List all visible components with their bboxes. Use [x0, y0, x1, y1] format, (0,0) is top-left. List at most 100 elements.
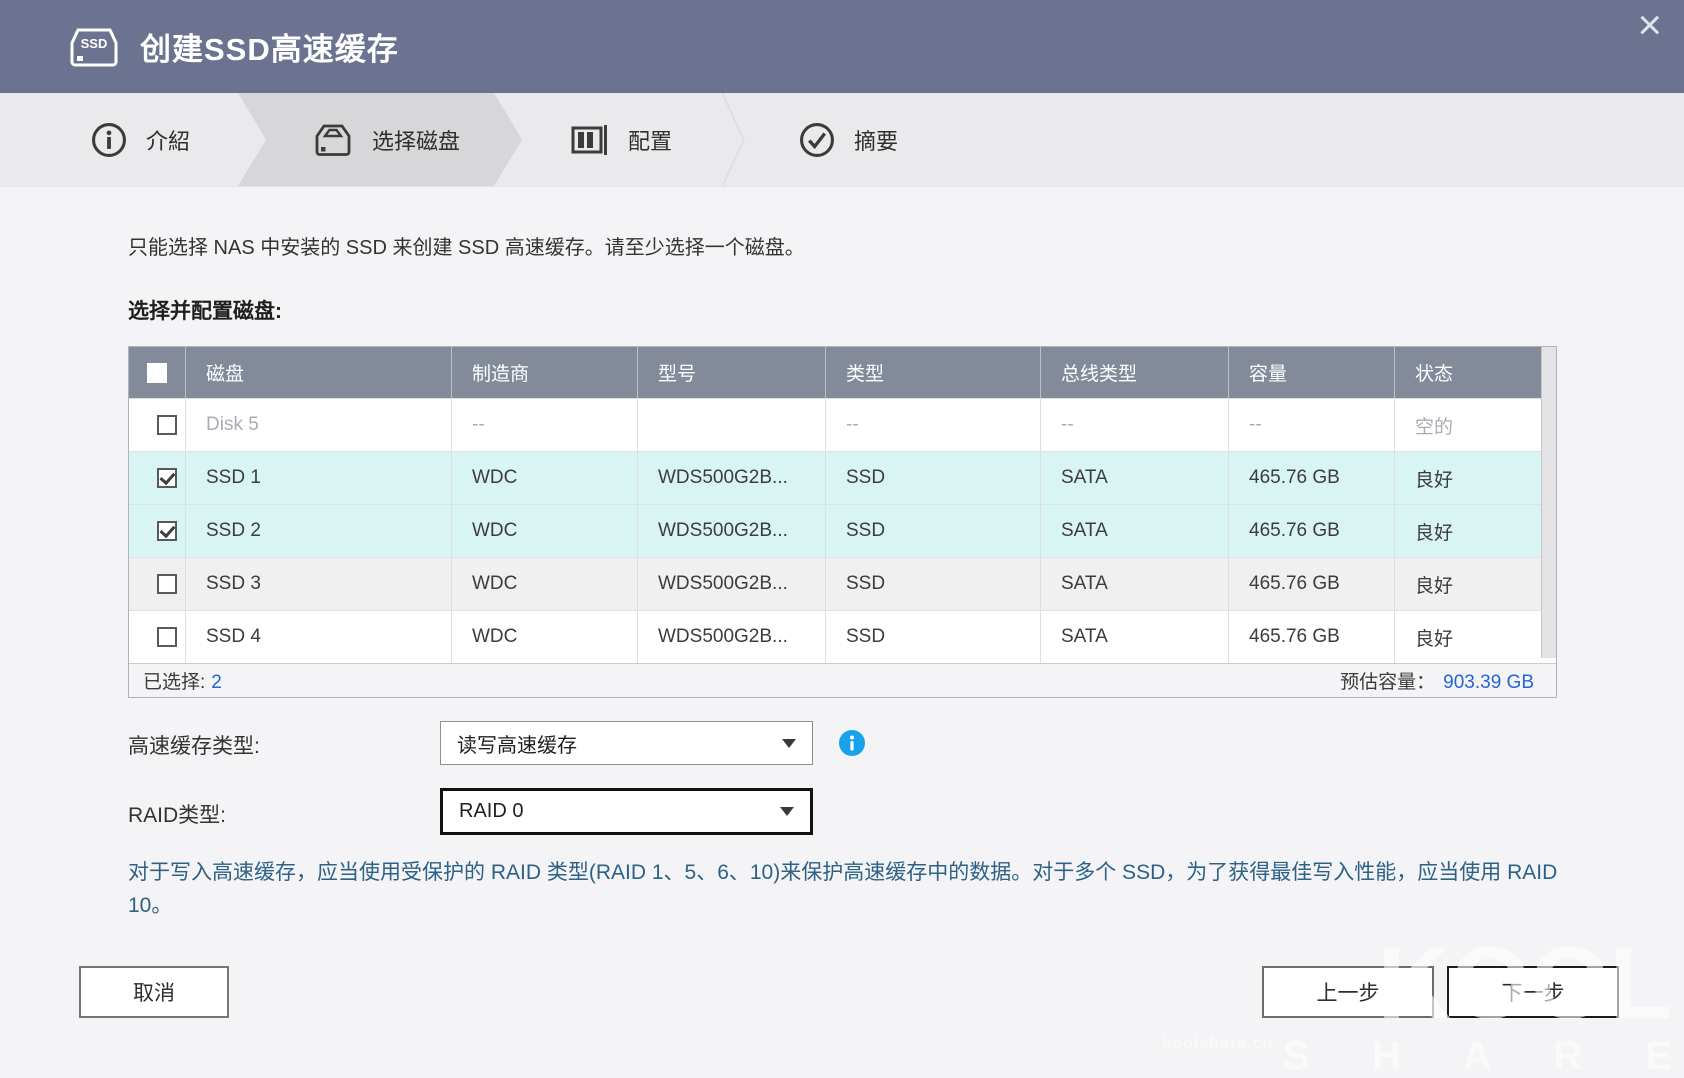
- cell-capacity: 465.76 GB: [1229, 505, 1395, 557]
- configure-icon: [570, 122, 610, 158]
- step-label: 选择磁盘: [372, 124, 460, 156]
- cell-manufacturer: WDC: [452, 505, 638, 557]
- step-introduction[interactable]: 介紹: [42, 93, 238, 186]
- cell-type: SSD: [826, 558, 1041, 610]
- header-status: 状态: [1395, 347, 1541, 398]
- cell-disk: Disk 5: [186, 399, 452, 451]
- next-button[interactable]: 下一步: [1447, 966, 1619, 1018]
- page-title: 创建SSD高速缓存: [140, 24, 399, 69]
- cell-capacity: 465.76 GB: [1229, 452, 1395, 504]
- cell-type: SSD: [826, 505, 1041, 557]
- chevron-down-icon: [782, 739, 796, 748]
- back-button[interactable]: 上一步: [1262, 966, 1434, 1018]
- check-circle-icon: [798, 121, 836, 159]
- step-label: 介紹: [146, 124, 190, 156]
- cell-disk: SSD 2: [186, 505, 452, 557]
- checkbox-cell: [129, 452, 186, 504]
- step-select-disks[interactable]: 选择磁盘: [238, 93, 522, 186]
- table-row[interactable]: SSD 1 WDC WDS500G2B... SSD SATA 465.76 G…: [129, 451, 1541, 504]
- raid-hint-text: 对于写入高速缓存，应当使用受保护的 RAID 类型(RAID 1、5、6、10)…: [128, 856, 1558, 922]
- cell-disk: SSD 3: [186, 558, 452, 610]
- disk-icon: [312, 122, 354, 158]
- step-configure[interactable]: 配置: [522, 93, 720, 186]
- row-checkbox[interactable]: [157, 415, 177, 435]
- cell-status: 良好: [1395, 558, 1541, 610]
- cell-manufacturer: WDC: [452, 558, 638, 610]
- checkbox-cell: [129, 558, 186, 610]
- cell-capacity: 465.76 GB: [1229, 611, 1395, 663]
- cache-type-select[interactable]: 读写高速缓存: [440, 721, 813, 765]
- estimated-capacity-label: 预估容量：: [1340, 672, 1435, 693]
- ssd-drive-icon: SSD: [68, 25, 120, 69]
- cell-model: WDS500G2B...: [638, 558, 826, 610]
- table-row[interactable]: SSD 2 WDC WDS500G2B... SSD SATA 465.76 G…: [129, 504, 1541, 557]
- table-row[interactable]: SSD 3 WDC WDS500G2B... SSD SATA 465.76 G…: [129, 557, 1541, 610]
- cell-status: 良好: [1395, 611, 1541, 663]
- header-disk: 磁盘: [186, 347, 452, 398]
- select-all-cell: [129, 347, 186, 398]
- row-checkbox[interactable]: [157, 627, 177, 647]
- watermark-line2: S H A R E: [1282, 1036, 1684, 1076]
- header-bus-type: 总线类型: [1041, 347, 1229, 398]
- raid-type-value: RAID 0: [459, 800, 523, 823]
- section-title: 选择并配置磁盘:: [128, 295, 282, 325]
- cell-type: --: [826, 399, 1041, 451]
- cell-manufacturer: --: [452, 399, 638, 451]
- cell-status: 良好: [1395, 452, 1541, 504]
- select-all-checkbox[interactable]: [147, 363, 167, 383]
- table-scrollbar[interactable]: [1541, 347, 1556, 658]
- selected-count: 2: [211, 672, 222, 693]
- close-icon[interactable]: ×: [1637, 4, 1662, 46]
- disk-table-body: Disk 5 -- -- -- -- 空的 SSD 1 WDC WDS500G2…: [129, 398, 1556, 663]
- cancel-button[interactable]: 取消: [79, 966, 229, 1018]
- estimated-capacity-value: 903.39 GB: [1443, 672, 1534, 693]
- table-row[interactable]: SSD 4 WDC WDS500G2B... SSD SATA 465.76 G…: [129, 610, 1541, 663]
- table-row[interactable]: Disk 5 -- -- -- -- 空的: [129, 398, 1541, 451]
- disk-table: 磁盘 制造商 型号 类型 总线类型 容量 状态 Disk 5 -- -- -- …: [128, 346, 1557, 698]
- table-footer: 已选择: 2 预估容量： 903.39 GB: [129, 663, 1556, 697]
- cell-capacity: --: [1229, 399, 1395, 451]
- chevron-down-icon: [780, 807, 794, 816]
- step-label: 配置: [628, 124, 672, 156]
- cell-bus-type: SATA: [1041, 611, 1229, 663]
- watermark-url: koolshare.cn: [1162, 1036, 1273, 1052]
- step-summary[interactable]: 摘要: [750, 93, 946, 186]
- row-checkbox[interactable]: [157, 468, 177, 488]
- header-manufacturer: 制造商: [452, 347, 638, 398]
- cell-model: WDS500G2B...: [638, 505, 826, 557]
- cell-bus-type: SATA: [1041, 452, 1229, 504]
- checkbox-cell: [129, 399, 186, 451]
- cell-model: WDS500G2B...: [638, 452, 826, 504]
- cell-bus-type: SATA: [1041, 505, 1229, 557]
- cell-bus-type: SATA: [1041, 558, 1229, 610]
- cache-type-label: 高速缓存类型:: [128, 730, 260, 760]
- cell-manufacturer: WDC: [452, 452, 638, 504]
- cell-status: 空的: [1395, 399, 1541, 451]
- cell-disk: SSD 1: [186, 452, 452, 504]
- step-separator: [720, 93, 750, 186]
- cell-type: SSD: [826, 611, 1041, 663]
- wizard-steps: 介紹 选择磁盘 配置 摘要: [0, 93, 1684, 187]
- checkbox-cell: [129, 505, 186, 557]
- cell-model: WDS500G2B...: [638, 611, 826, 663]
- cell-status: 良好: [1395, 505, 1541, 557]
- raid-type-select[interactable]: RAID 0: [440, 788, 813, 835]
- row-checkbox[interactable]: [157, 521, 177, 541]
- step-label: 摘要: [854, 124, 898, 156]
- row-checkbox[interactable]: [157, 574, 177, 594]
- instruction-text: 只能选择 NAS 中安装的 SSD 来创建 SSD 高速缓存。请至少选择一个磁盘…: [128, 231, 805, 260]
- cell-manufacturer: WDC: [452, 611, 638, 663]
- header-type: 类型: [826, 347, 1041, 398]
- svg-text:SSD: SSD: [81, 36, 108, 51]
- cell-bus-type: --: [1041, 399, 1229, 451]
- raid-type-label: RAID类型:: [128, 799, 226, 829]
- info-circle-icon: [90, 121, 128, 159]
- window-titlebar: SSD 创建SSD高速缓存 ×: [0, 0, 1684, 93]
- header-model: 型号: [638, 347, 826, 398]
- selected-label: 已选择:: [143, 672, 205, 693]
- header-capacity: 容量: [1229, 347, 1395, 398]
- info-icon[interactable]: [838, 729, 866, 757]
- table-header-row: 磁盘 制造商 型号 类型 总线类型 容量 状态: [129, 347, 1541, 398]
- cell-type: SSD: [826, 452, 1041, 504]
- cell-capacity: 465.76 GB: [1229, 558, 1395, 610]
